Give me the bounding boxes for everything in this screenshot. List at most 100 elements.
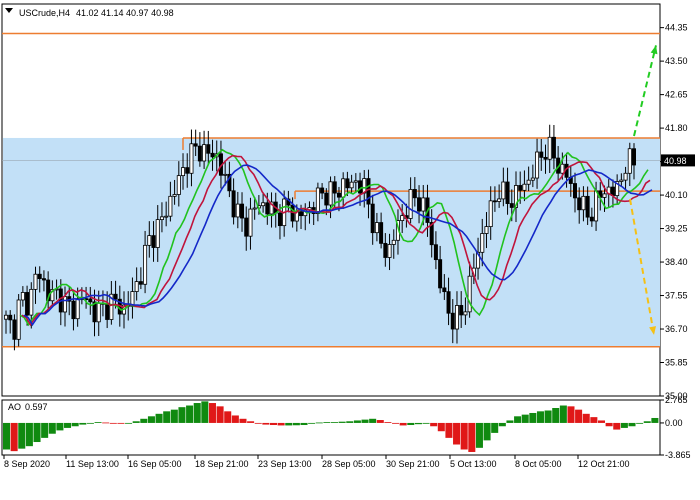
candle-body — [206, 144, 211, 154]
candle-body — [492, 200, 497, 203]
candle-body — [467, 275, 472, 313]
ao-bar — [559, 405, 567, 423]
candle-body — [585, 195, 590, 218]
candle-body — [113, 293, 118, 300]
ao-indicator-name: AO — [8, 402, 21, 412]
candle-body — [484, 226, 489, 234]
ao-bar — [117, 422, 125, 424]
candle-body — [446, 291, 451, 314]
price-axis-label: 43.50 — [665, 56, 688, 66]
ao-bar — [361, 419, 369, 423]
candle-body — [349, 181, 354, 189]
candle-body — [518, 185, 523, 191]
candle-body — [33, 273, 38, 290]
candle-body — [320, 187, 325, 194]
ao-bar — [94, 422, 102, 423]
candle-body — [210, 152, 215, 158]
ao-bar — [430, 422, 438, 427]
ao-bar — [521, 414, 529, 423]
ao-bar — [239, 418, 247, 423]
candle-body — [71, 300, 76, 320]
ao-bar — [193, 403, 201, 423]
ao-bar — [277, 422, 285, 426]
ao-bar — [506, 420, 514, 423]
ao-bar — [536, 411, 544, 423]
ao-bar — [3, 422, 11, 450]
candle-body — [197, 145, 202, 162]
candle-body — [336, 192, 341, 198]
time-axis-label: 23 Sep 13:00 — [258, 459, 312, 469]
candle-body — [134, 281, 139, 292]
ao-bar — [544, 410, 552, 423]
ao-bar — [567, 406, 575, 423]
ao-bar — [392, 422, 400, 424]
candle-body — [75, 298, 80, 320]
chart-canvas: 44.3543.5042.6541.8040.9540.1039.2538.40… — [1, 3, 695, 469]
candle-body — [345, 178, 350, 189]
candle-body — [332, 181, 337, 194]
candle-body — [315, 187, 320, 214]
ao-bar — [285, 422, 293, 426]
candle-body — [29, 288, 34, 316]
candle-body — [37, 273, 42, 280]
candle-body — [138, 281, 143, 285]
candle-body — [244, 217, 249, 237]
price-axis-label: 40.10 — [665, 190, 688, 200]
ao-bar — [71, 422, 79, 427]
ao-bar — [125, 422, 133, 424]
candle-body — [505, 181, 510, 204]
ao-bar — [575, 409, 583, 423]
candle-body — [172, 194, 177, 197]
candle-body — [589, 216, 594, 222]
candle-body — [185, 167, 190, 174]
ao-bar — [155, 413, 163, 423]
ao-bar — [445, 422, 453, 438]
candle-body — [433, 244, 438, 261]
candle-body — [387, 244, 392, 258]
ao-bar — [422, 422, 430, 424]
price-axis-label: 41.80 — [665, 123, 688, 133]
ao-bar — [384, 422, 392, 423]
candle-body — [63, 296, 68, 313]
ao-bar — [636, 422, 644, 424]
candle-body — [159, 216, 164, 221]
ao-bar — [414, 422, 422, 425]
price-axis-label: 36.70 — [665, 324, 688, 334]
candle-body — [627, 148, 632, 174]
ao-bar — [86, 422, 94, 424]
candle-body — [547, 136, 552, 160]
candle-body — [379, 222, 384, 244]
candle-body — [497, 198, 502, 202]
candle-body — [619, 179, 624, 182]
ao-bar — [147, 416, 155, 423]
chart-symbol-title: USCrude,H4 — [19, 8, 70, 18]
candle-body — [632, 148, 637, 166]
price-axis-label: 39.25 — [665, 224, 688, 234]
candle-body — [535, 151, 540, 179]
candle-body — [454, 305, 459, 330]
time-axis-label: 8 Oct 05:00 — [515, 459, 562, 469]
candle-body — [105, 303, 110, 320]
time-axis-label: 28 Sep 05:00 — [322, 459, 376, 469]
ao-bar — [208, 403, 216, 423]
candle-body — [530, 177, 535, 181]
ao-bar — [140, 418, 148, 423]
candle-body — [231, 190, 236, 218]
ao-bar — [483, 422, 491, 441]
candle-body — [408, 189, 413, 219]
candle-body — [383, 242, 388, 258]
ao-bar — [582, 413, 590, 423]
ao-bar — [353, 420, 361, 423]
ao-bar — [292, 422, 300, 426]
candle-body — [328, 181, 333, 206]
candle-body — [147, 235, 152, 246]
candle-body — [602, 193, 607, 198]
candle-body — [252, 207, 257, 210]
chart-ohlc-values: 41.02 41.14 40.97 40.98 — [76, 8, 174, 18]
candle-body — [412, 189, 417, 199]
price-axis-label: 42.65 — [665, 90, 688, 100]
candle-body — [235, 203, 240, 218]
candle-body — [8, 314, 13, 321]
ao-bar — [346, 421, 354, 423]
candle-body — [442, 287, 447, 293]
